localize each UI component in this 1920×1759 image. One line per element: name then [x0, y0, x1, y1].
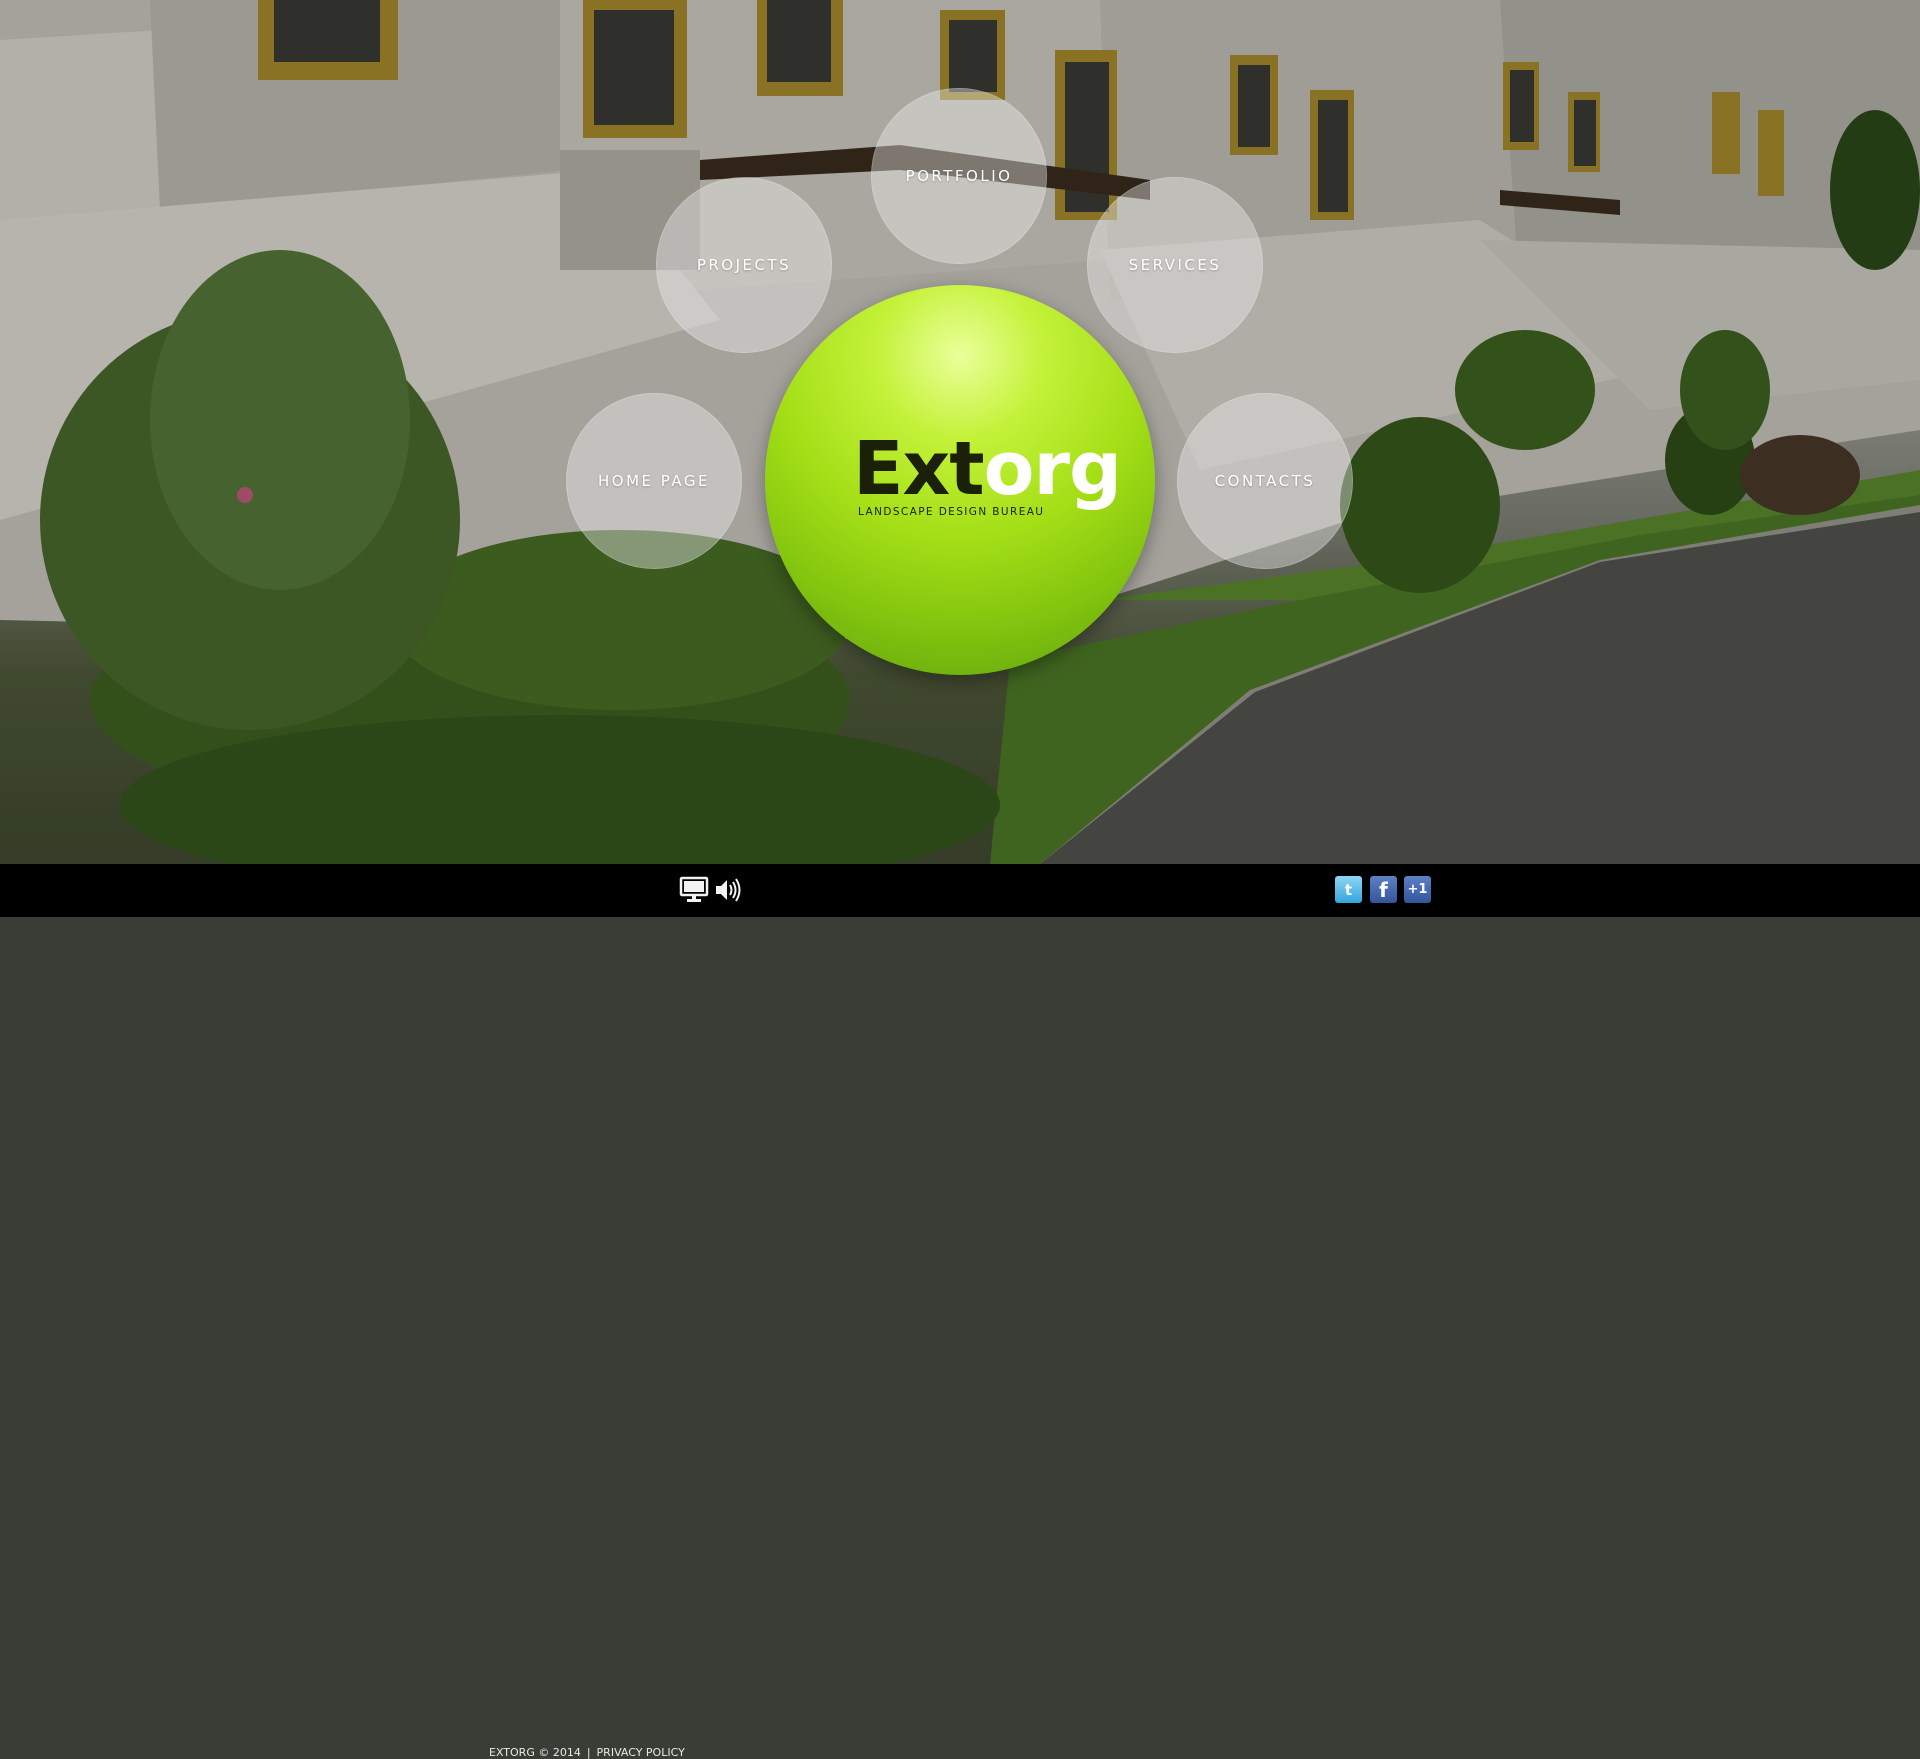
- nav-projects-label: PROJECTS: [696, 256, 792, 274]
- footer-separator: |: [586, 1746, 591, 1759]
- facebook-glyph: f: [1379, 877, 1388, 902]
- nav-portfolio-bubble[interactable]: PORTFOLIO: [871, 88, 1047, 264]
- google-plus-one-icon[interactable]: +1: [1404, 876, 1431, 903]
- nav-services-label: SERVICES: [1128, 256, 1222, 274]
- nav-portfolio-label: PORTFOLIO: [905, 167, 1013, 185]
- facebook-icon[interactable]: f: [1370, 876, 1397, 903]
- logo-word-light: org: [983, 426, 1122, 512]
- privacy-policy-link[interactable]: PRIVACY POLICY: [597, 1746, 685, 1759]
- nav-home-page-label: HOME PAGE: [598, 472, 710, 490]
- nav-services-bubble[interactable]: SERVICES: [1087, 177, 1263, 353]
- nav-contacts-label: CONTACTS: [1214, 472, 1316, 490]
- logo-wordmark[interactable]: Extorg: [853, 432, 1122, 506]
- twitter-icon[interactable]: t: [1335, 876, 1362, 903]
- monitor-icon[interactable]: [679, 876, 709, 904]
- twitter-glyph: t: [1344, 880, 1353, 899]
- speaker-icon[interactable]: [714, 876, 744, 904]
- nav-contacts-bubble[interactable]: CONTACTS: [1177, 393, 1353, 569]
- nav-home-page-bubble[interactable]: HOME PAGE: [566, 393, 742, 569]
- copyright-text: EXTORG © 2014: [489, 1746, 581, 1759]
- logo-word-dark: Ext: [853, 426, 985, 512]
- footer-copyright-row: EXTORG © 2014 | PRIVACY POLICY: [489, 1746, 685, 1759]
- logo-tagline: LANDSCAPE DESIGN BUREAU: [858, 506, 1045, 518]
- plus-one-glyph: +1: [1407, 882, 1428, 897]
- nav-projects-bubble[interactable]: PROJECTS: [656, 177, 832, 353]
